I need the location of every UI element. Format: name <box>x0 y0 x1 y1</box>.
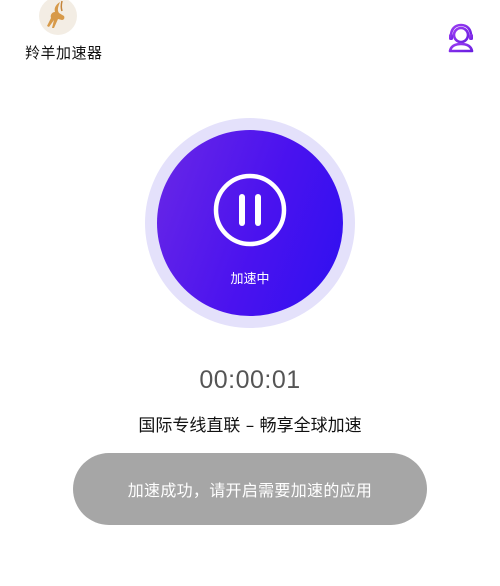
antelope-logo-icon <box>38 0 78 36</box>
success-toast: 加速成功，请开启需要加速的应用 <box>73 453 427 525</box>
line-description: 国际专线直联 – 畅享全球加速 <box>138 416 362 436</box>
pause-icon <box>212 172 288 248</box>
toast-message: 加速成功，请开启需要加速的应用 <box>127 481 373 500</box>
app-name: 羚羊加速器 <box>25 44 103 62</box>
accelerate-toggle-button[interactable]: 加速中 <box>157 130 343 316</box>
customer-service-button[interactable] <box>444 21 478 55</box>
customer-service-icon <box>448 23 474 53</box>
accelerating-status-label: 加速中 <box>230 272 270 287</box>
elapsed-timer: 00:00:01 <box>199 366 301 394</box>
app-screen: 羚羊加速器 加速中 00:00:01 国际专线直联 – 畅享全球加速 加速成功，… <box>0 0 500 586</box>
